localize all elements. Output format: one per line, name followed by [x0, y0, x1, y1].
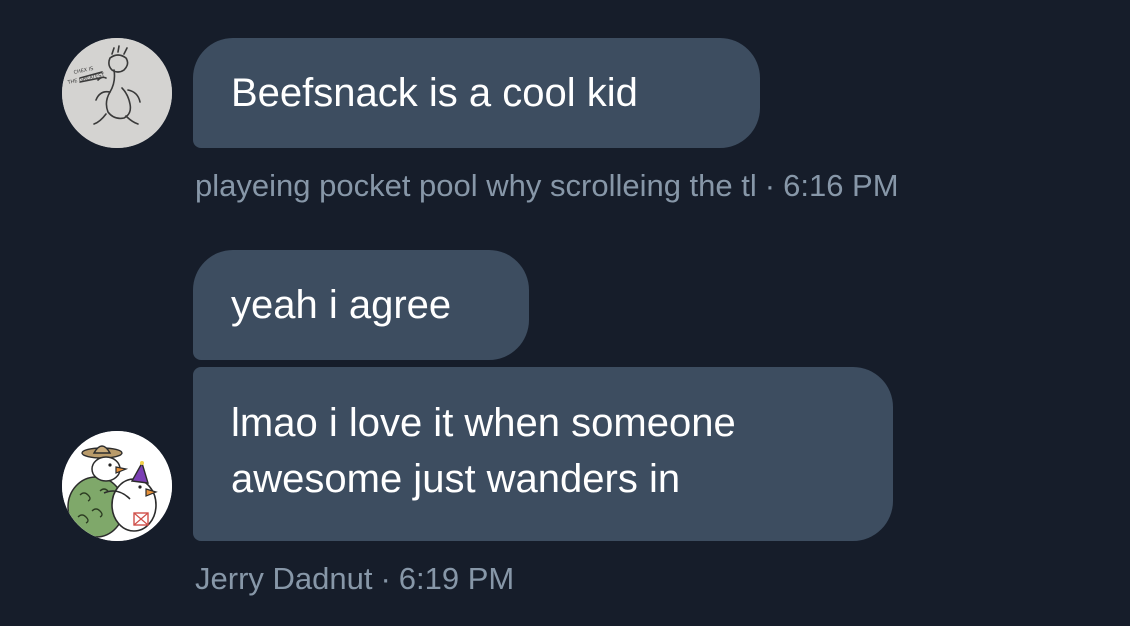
sender-avatar-birds[interactable] — [62, 431, 172, 541]
message-time: 6:19 PM — [398, 561, 515, 596]
message-meta: Jerry Dadnut · 6:19 PM — [195, 561, 514, 597]
sketch-doodle-icon: CHEX IS THE GREATEST — [62, 38, 172, 148]
message-text: yeah i agree — [231, 283, 452, 327]
message-text-line: awesome just wanders in — [231, 457, 681, 501]
message-bubble[interactable]: lmao i love it when someone awesome just… — [193, 367, 893, 541]
message-bubble[interactable]: Beefsnack is a cool kid — [193, 38, 760, 148]
meta-separator: · — [764, 168, 776, 203]
message-text-line: lmao i love it when someone — [231, 401, 736, 445]
sender-name[interactable]: playeing pocket pool why scrolleing the … — [195, 168, 757, 203]
sender-name[interactable]: Jerry Dadnut — [195, 561, 372, 596]
message-time: 6:16 PM — [783, 168, 899, 203]
message-bubble[interactable]: yeah i agree — [193, 250, 529, 360]
cartoon-birds-icon — [62, 431, 172, 541]
sender-avatar-sketch[interactable]: CHEX IS THE GREATEST — [62, 38, 172, 148]
message-meta: playeing pocket pool why scrolleing the … — [195, 168, 899, 204]
meta-separator: · — [380, 561, 391, 596]
message-text: Beefsnack is a cool kid — [231, 71, 638, 115]
